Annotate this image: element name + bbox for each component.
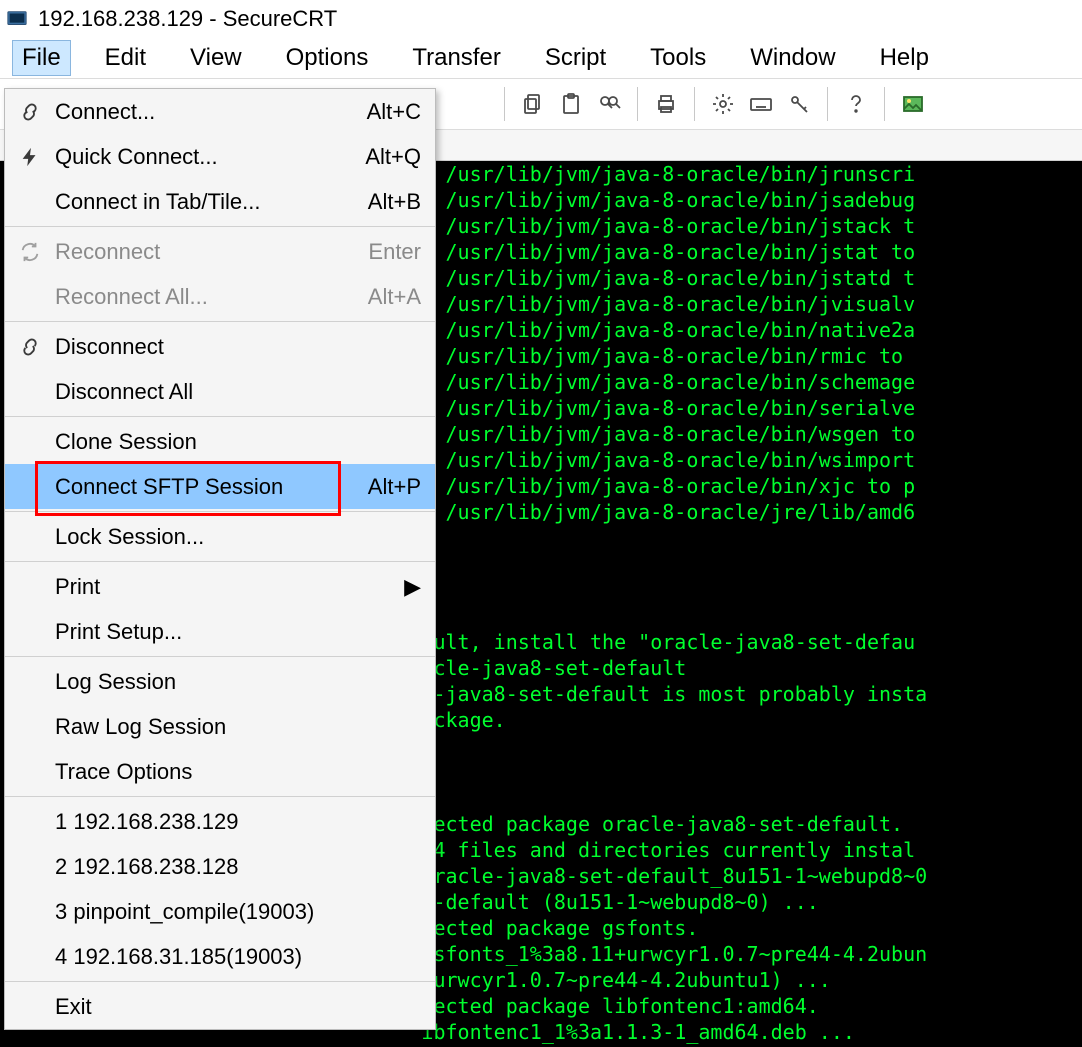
keyboard-icon[interactable] (747, 90, 775, 118)
menu-item-label: Exit (55, 994, 421, 1020)
menu-edit[interactable]: Edit (95, 40, 156, 76)
toolbar-separator (827, 87, 828, 121)
key-icon[interactable] (785, 90, 813, 118)
menu-item-label: 3 pinpoint_compile(19003) (55, 899, 421, 925)
file-menu-item[interactable]: Quick Connect...Alt+Q (5, 134, 435, 179)
recycle-icon (5, 241, 55, 263)
picture-icon[interactable] (899, 90, 927, 118)
help-icon[interactable] (842, 90, 870, 118)
file-menu-item[interactable]: Print▶ (5, 564, 435, 609)
menu-script[interactable]: Script (535, 40, 616, 76)
file-menu-item[interactable]: Print Setup... (5, 609, 435, 654)
menu-item-label: Trace Options (55, 759, 421, 785)
file-menu-item[interactable]: Log Session (5, 659, 435, 704)
paste-icon[interactable] (557, 90, 585, 118)
submenu-arrow-icon: ▶ (404, 574, 421, 600)
menu-options[interactable]: Options (276, 40, 379, 76)
toolbar-separator (884, 87, 885, 121)
menu-item-label: Disconnect (55, 334, 421, 360)
menu-item-label: Lock Session... (55, 524, 421, 550)
window-title: 192.168.238.129 - SecureCRT (38, 6, 337, 32)
menu-item-shortcut: Alt+A (368, 284, 421, 310)
file-menu-item[interactable]: Exit (5, 984, 435, 1029)
menu-item-label: Connect SFTP Session (55, 474, 368, 500)
file-menu-item[interactable]: Raw Log Session (5, 704, 435, 749)
menu-view[interactable]: View (180, 40, 252, 76)
print-icon[interactable] (652, 90, 680, 118)
menu-item-shortcut: Alt+Q (365, 144, 421, 170)
menu-item-shortcut: Enter (368, 239, 421, 265)
toolbar-separator (637, 87, 638, 121)
menu-item-label: Clone Session (55, 429, 421, 455)
menu-item-shortcut: Alt+B (368, 189, 421, 215)
file-menu-item[interactable]: Lock Session... (5, 514, 435, 559)
unlink-icon (5, 336, 55, 358)
toolbar-separator (504, 87, 505, 121)
window-titlebar: 192.168.238.129 - SecureCRT (0, 0, 1082, 38)
file-menu-item: Reconnect All...Alt+A (5, 274, 435, 319)
file-menu-item: ReconnectEnter (5, 229, 435, 274)
menu-item-label: Reconnect (55, 239, 368, 265)
menu-item-label: Print Setup... (55, 619, 421, 645)
menu-window[interactable]: Window (740, 40, 845, 76)
app-icon (6, 8, 28, 30)
file-menu-popup: Connect...Alt+CQuick Connect...Alt+QConn… (4, 88, 436, 1030)
file-menu-item[interactable]: Connect...Alt+C (5, 89, 435, 134)
menu-item-label: Reconnect All... (55, 284, 368, 310)
menu-tools[interactable]: Tools (640, 40, 716, 76)
menu-item-label: 2 192.168.238.128 (55, 854, 421, 880)
menu-item-label: Quick Connect... (55, 144, 365, 170)
toolbar-separator (694, 87, 695, 121)
file-menu-item[interactable]: Trace Options (5, 749, 435, 794)
menu-item-label: 1 192.168.238.129 (55, 809, 421, 835)
find-icon[interactable] (595, 90, 623, 118)
file-menu-item[interactable]: 2 192.168.238.128 (5, 844, 435, 889)
file-menu-item[interactable]: Disconnect All (5, 369, 435, 414)
file-menu-item[interactable]: Clone Session (5, 419, 435, 464)
menu-file[interactable]: File (12, 40, 71, 76)
file-menu-item[interactable]: Disconnect (5, 324, 435, 369)
file-menu-item[interactable]: 4 192.168.31.185(19003) (5, 934, 435, 979)
file-menu-item[interactable]: Connect in Tab/Tile...Alt+B (5, 179, 435, 224)
menu-item-label: Raw Log Session (55, 714, 421, 740)
menu-item-label: Disconnect All (55, 379, 421, 405)
menu-item-label: Print (55, 574, 404, 600)
menu-help[interactable]: Help (870, 40, 939, 76)
gear-icon[interactable] (709, 90, 737, 118)
link-icon (5, 101, 55, 123)
menu-item-label: Connect in Tab/Tile... (55, 189, 368, 215)
bolt-icon (5, 146, 55, 168)
menu-item-shortcut: Alt+P (368, 474, 421, 500)
menu-transfer[interactable]: Transfer (402, 40, 510, 76)
menu-item-label: Log Session (55, 669, 421, 695)
menu-item-label: Connect... (55, 99, 367, 125)
copy-icon[interactable] (519, 90, 547, 118)
file-menu-item[interactable]: Connect SFTP SessionAlt+P (5, 464, 435, 509)
menubar: File Edit View Options Transfer Script Tools Wi… (0, 38, 1082, 78)
file-menu-item[interactable]: 1 192.168.238.129 (5, 799, 435, 844)
menu-item-label: 4 192.168.31.185(19003) (55, 944, 421, 970)
menu-item-shortcut: Alt+C (367, 99, 421, 125)
file-menu-item[interactable]: 3 pinpoint_compile(19003) (5, 889, 435, 934)
